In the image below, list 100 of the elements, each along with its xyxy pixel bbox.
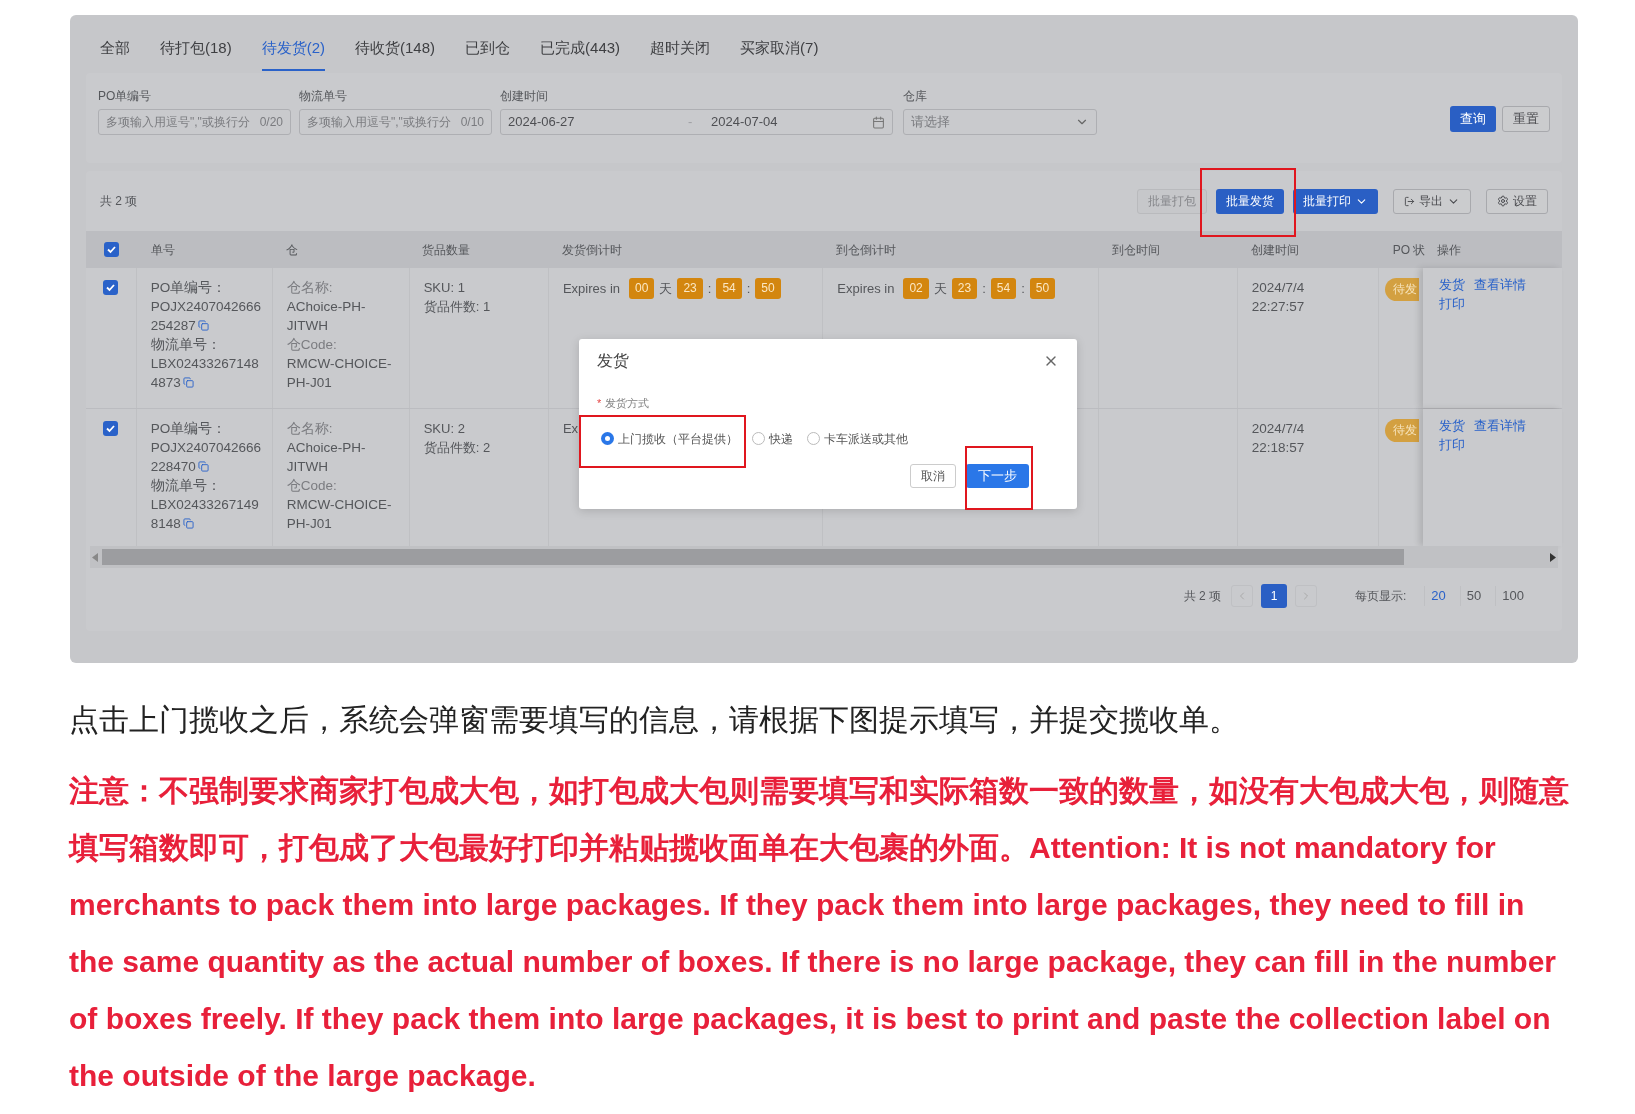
- next-step-button[interactable]: 下一步: [966, 463, 1029, 488]
- tab[interactable]: 已完成(443): [540, 36, 621, 71]
- po-number: POJX2407042666: [150, 298, 261, 316]
- page-size-option[interactable]: 100: [1495, 586, 1530, 606]
- settings-icon: [1497, 195, 1509, 207]
- radio-option[interactable]: 上门揽收（平台提供）: [601, 429, 738, 448]
- created-time: 22:27:57: [1251, 298, 1306, 316]
- column-header: PO 状: [1392, 242, 1426, 257]
- po-label: PO单编号：: [150, 420, 228, 438]
- toolbar-button[interactable]: 批量打印: [1293, 188, 1378, 214]
- reset-button[interactable]: 重置: [1502, 106, 1550, 132]
- check-icon: [105, 244, 117, 255]
- radio-option[interactable]: 快递: [752, 429, 793, 448]
- countdown-unit: :: [746, 280, 751, 298]
- filter-label: 物流单号: [299, 88, 348, 105]
- warehouse-name: AChoice-PH-JITWH: [286, 439, 367, 476]
- checkbox[interactable]: [103, 421, 119, 436]
- countdown-label: Expires in: [562, 280, 621, 298]
- char-counter: 0/10: [460, 114, 484, 131]
- warehouse-code-label: 仓Code:: [286, 336, 338, 354]
- piece-count: 货品件数: 1: [423, 298, 492, 316]
- filter-label: 创建时间: [500, 88, 549, 105]
- total-count: 共 2 项: [100, 193, 138, 210]
- placeholder-text: 请选择: [911, 113, 950, 132]
- warehouse-name-label: 仓名称:: [286, 279, 334, 297]
- date-range-field[interactable]: 2024-06-27 - 2024-07-04: [500, 109, 893, 135]
- page-size-option[interactable]: 50: [1459, 586, 1488, 606]
- highlight-frame: [965, 446, 1033, 510]
- countdown-chip: 00: [629, 278, 655, 299]
- action-link[interactable]: 发货: [1438, 417, 1465, 436]
- filter-label: PO单编号: [98, 88, 153, 105]
- countdown-chip: 50: [1029, 278, 1056, 299]
- radio-option[interactable]: 卡车派送或其他: [807, 429, 908, 448]
- settings-button[interactable]: 设置: [1486, 188, 1548, 214]
- countdown-unit: 天: [659, 280, 673, 298]
- page-size-option[interactable]: 20: [1424, 586, 1452, 606]
- export-icon: [1404, 195, 1415, 207]
- checkbox[interactable]: [103, 242, 119, 257]
- countdown-chip: 50: [755, 278, 781, 299]
- copy-icon[interactable]: [182, 377, 194, 388]
- column-header: 货品数量: [422, 242, 471, 257]
- tab[interactable]: 待打包(18): [160, 36, 232, 71]
- tab[interactable]: 超时关闭: [650, 36, 711, 71]
- action-link[interactable]: 发货: [1438, 276, 1465, 295]
- export-button[interactable]: 导出: [1393, 188, 1471, 214]
- created-time: 22:18:57: [1251, 439, 1306, 457]
- piece-count: 货品件数: 2: [423, 439, 492, 457]
- action-link[interactable]: 查看详情: [1473, 417, 1526, 436]
- placeholder-text: 多项输入用逗号","或换行分: [106, 114, 250, 131]
- countdown-chip: 23: [951, 278, 978, 299]
- tab[interactable]: 买家取消(7): [740, 36, 819, 71]
- countdown-chip: 54: [990, 278, 1017, 299]
- column-header: 仓: [286, 242, 299, 257]
- warehouse-name: AChoice-PH-JITWH: [286, 298, 367, 335]
- tab[interactable]: 全部: [100, 36, 130, 71]
- query-button[interactable]: 查询: [1450, 106, 1496, 132]
- action-link[interactable]: 打印: [1438, 436, 1562, 455]
- po-number: POJX2407042666: [150, 439, 261, 457]
- warehouse-name-label: 仓名称:: [286, 420, 334, 438]
- intro-paragraph: 点击上门揽收之后，系统会弹窗需要填写的信息，请根据下图提示填写，并提交揽收单。: [69, 702, 1240, 738]
- column-header: 操作: [1436, 242, 1461, 257]
- tab[interactable]: 待收货(148): [355, 36, 436, 71]
- logistics-number: LBX02433267149: [150, 496, 259, 514]
- horizontal-scrollbar[interactable]: [90, 546, 1558, 568]
- copy-icon[interactable]: [197, 461, 209, 472]
- status-badge: 待发: [1385, 419, 1420, 442]
- countdown-label: Expires in: [837, 280, 895, 298]
- tab[interactable]: 已到仓: [465, 36, 511, 71]
- cancel-button[interactable]: 取消: [910, 463, 956, 488]
- logistics-number: 8148: [150, 515, 181, 533]
- scroll-left-icon[interactable]: [92, 552, 98, 562]
- copy-icon[interactable]: [197, 320, 209, 331]
- checkbox[interactable]: [103, 280, 119, 295]
- char-counter: 0/20: [259, 114, 283, 131]
- logistics-number: 4873: [150, 374, 181, 392]
- tab[interactable]: 待发货(2): [261, 36, 326, 71]
- countdown-label: Ex: [562, 420, 579, 438]
- action-link[interactable]: 打印: [1438, 295, 1562, 314]
- action-link[interactable]: 查看详情: [1473, 276, 1526, 295]
- scroll-right-icon[interactable]: [1550, 552, 1556, 562]
- created-date: 2024/7/4: [1251, 420, 1306, 438]
- note-paragraph: 注意：不强制要求商家打包成大包，如打包成大包则需要填写和实际箱数一致的数量，如没有大包成大包，则随意填写箱数即可，打包成了大包最好打印并粘贴揽收面单在大包裹的外面。Attention: It is not mandatory for merchants to pack them into large packages. If they pack them into large packages, they need to fill in the same quantity as the actual number of boxes. If there is no large package, they can fill in the number of boxes freely. If they pack them into large packages, it is best to print and paste the collection label on the outside of the large package.: [69, 773, 1570, 1094]
- toolbar-button[interactable]: 批量发货: [1216, 188, 1284, 214]
- start-date: 2024-06-27: [508, 113, 576, 132]
- countdown-chip: 02: [903, 278, 929, 299]
- logistics-label: 物流单号：: [150, 477, 222, 495]
- check-icon: [105, 282, 117, 293]
- page-size-label: 每页显示:: [1355, 588, 1407, 605]
- column-header: 发货倒计时: [561, 242, 622, 257]
- column-header: 到仓倒计时: [836, 242, 897, 257]
- pagination-total: 共 2 项: [1183, 588, 1221, 605]
- countdown-unit: :: [982, 280, 986, 298]
- warehouse-code: RMCW-CHOICE-PH-J01: [286, 355, 393, 392]
- end-date: 2024-07-04: [711, 113, 779, 132]
- page-button[interactable]: 1: [1261, 584, 1287, 608]
- dialog-title: 发货: [597, 351, 629, 371]
- calendar-icon: [872, 115, 885, 129]
- column-header: 创建时间: [1251, 242, 1300, 257]
- sku-count: SKU: 2: [423, 420, 466, 438]
- copy-icon[interactable]: [182, 518, 194, 529]
